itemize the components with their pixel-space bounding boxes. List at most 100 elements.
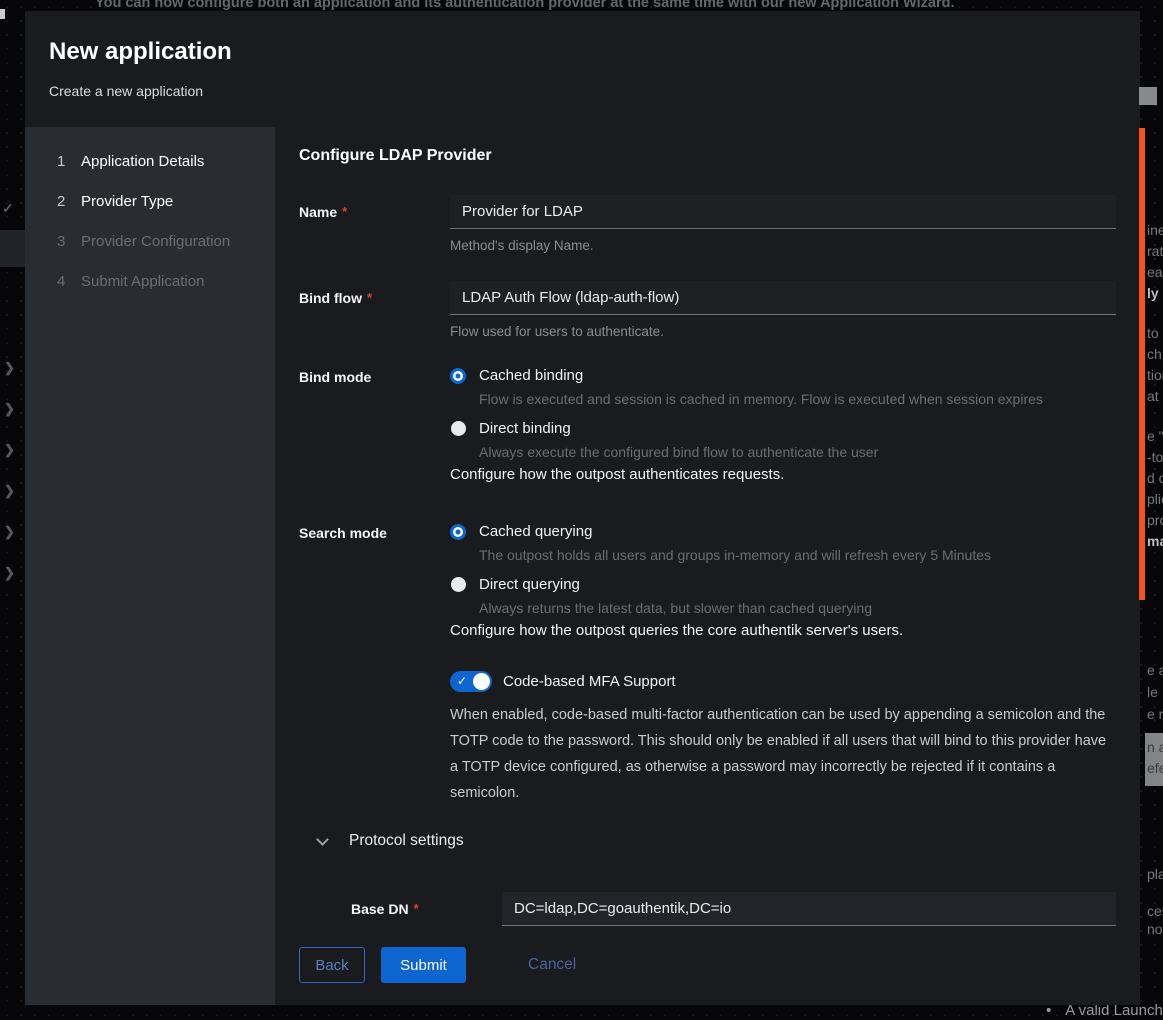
background-text-fragment: -to — [1147, 449, 1163, 465]
wizard-header: New application Create a new application — [25, 11, 1140, 127]
step-number: 4 — [57, 273, 81, 290]
check-icon: ✓ — [2, 200, 14, 217]
step-number: 2 — [57, 193, 81, 210]
background-text-fragment: d c — [1147, 470, 1163, 486]
step-label: Application Details — [81, 153, 204, 170]
background-text-fragment: e "c — [1147, 428, 1163, 444]
background-orange-border — [1139, 128, 1145, 600]
protocol-settings-expander[interactable]: Protocol settings — [318, 832, 1116, 850]
bind-flow-field-row: Bind flow* Flow used for users to authen… — [299, 281, 1116, 339]
background-left-artifact — [0, 9, 5, 19]
background-text-fragment: no — [1147, 921, 1163, 937]
required-asterisk: * — [414, 901, 419, 916]
submit-button[interactable]: Submit — [381, 947, 466, 983]
toggle-knob — [473, 673, 490, 690]
search-mode-label: Search mode — [299, 523, 450, 639]
bind-mode-cached-binding-radio[interactable]: Cached binding — [450, 367, 1116, 384]
background-text-fragment: rat — [1147, 243, 1163, 259]
chevron-right-icon: ❯ — [4, 442, 15, 458]
bind-mode-footnote: Configure how the outpost authenticates … — [450, 466, 1116, 483]
search-mode-footnote: Configure how the outpost queries the co… — [450, 622, 1116, 639]
chevron-right-icon: ❯ — [4, 360, 15, 376]
required-asterisk: * — [342, 204, 347, 219]
mfa-field-row: ✓ Code-based MFA Support When enabled, c… — [299, 671, 1116, 806]
background-text-fragment: at — [1147, 388, 1159, 404]
background-text-fragment: to — [1147, 325, 1159, 341]
wizard-title: New application — [49, 38, 1116, 66]
mfa-toggle-switch[interactable]: ✓ — [450, 671, 492, 692]
background-text-fragment: ine — [1147, 222, 1163, 238]
background-scroll-button — [1139, 87, 1157, 105]
chevron-down-icon — [316, 833, 329, 846]
check-icon: ✓ — [457, 673, 467, 690]
name-help-text: Method's display Name. — [450, 238, 1116, 253]
step-label: Provider Type — [81, 193, 173, 210]
mfa-toggle-label[interactable]: Code-based MFA Support — [503, 673, 676, 690]
bind-flow-field-cell: Flow used for users to authenticate. — [450, 281, 1116, 339]
step-provider-type[interactable]: 2 Provider Type — [25, 181, 275, 221]
radio-label: Direct binding — [479, 420, 571, 437]
base-dn-field-cell — [502, 892, 1116, 926]
required-asterisk: * — [367, 290, 372, 305]
bind-mode-direct-binding-radio[interactable]: Direct binding — [450, 420, 1116, 437]
bind-mode-cached-binding-description: Flow is executed and session is cached i… — [479, 391, 1116, 407]
page-root: { "background": { "banner": "You can now… — [0, 0, 1163, 1020]
base-dn-input[interactable] — [502, 892, 1116, 926]
background-text-fragment: e a — [1147, 662, 1163, 678]
search-mode-cached-querying-description: The outpost holds all users and groups i… — [479, 547, 1116, 563]
step-application-details[interactable]: 1 Application Details — [25, 141, 275, 181]
step-number: 3 — [57, 233, 81, 250]
search-mode-direct-querying-description: Always returns the latest data, but slow… — [479, 600, 1116, 616]
radio-unselected-icon — [451, 421, 466, 436]
bind-mode-direct-binding-description: Always execute the configured bind flow … — [479, 444, 1116, 460]
back-button[interactable]: Back — [299, 947, 365, 983]
background-highlight-box: n a efe — [1145, 733, 1163, 786]
background-text-fragment: ea — [1147, 264, 1163, 280]
background-active-row-edge — [0, 230, 25, 267]
background-text-fragment: ces — [1147, 903, 1163, 919]
wizard-footer: Back Submit Cancel — [299, 947, 1116, 1005]
protocol-settings-label: Protocol settings — [349, 832, 464, 850]
cancel-button[interactable]: Cancel — [528, 947, 576, 983]
wizard-main-panel: Configure LDAP Provider Name* Method's d… — [275, 127, 1140, 1005]
step-submit-application: 4 Submit Application — [25, 261, 275, 301]
background-text-fragment: plic — [1147, 491, 1163, 507]
chevron-right-icon: ❯ — [4, 565, 15, 581]
search-mode-options: Cached querying The outpost holds all us… — [450, 523, 1116, 639]
radio-unselected-icon — [451, 577, 466, 592]
radio-label: Cached binding — [479, 367, 583, 384]
step-number: 1 — [57, 153, 81, 170]
mfa-label-spacer — [299, 671, 450, 806]
bind-mode-label: Bind mode — [299, 367, 450, 483]
background-banner-text: You can now configure both an applicatio… — [95, 0, 954, 11]
step-label: Submit Application — [81, 273, 204, 290]
bind-flow-select[interactable] — [450, 281, 1116, 315]
radio-selected-icon — [450, 368, 466, 384]
base-dn-field-row: Base DN* — [299, 892, 1116, 926]
base-dn-indent — [299, 892, 351, 926]
background-text-fragment: ch — [1147, 346, 1162, 362]
wizard-step-nav: 1 Application Details 2 Provider Type 3 … — [25, 127, 275, 1005]
search-mode-field-row: Search mode Cached querying The outpost … — [299, 523, 1116, 639]
wizard-subtitle: Create a new application — [49, 83, 1116, 99]
name-input[interactable] — [450, 195, 1116, 229]
new-application-wizard-modal: New application Create a new application… — [25, 11, 1140, 1005]
background-text-fragment: tion — [1147, 367, 1163, 383]
radio-label: Direct querying — [479, 576, 580, 593]
search-mode-direct-querying-radio[interactable]: Direct querying — [450, 576, 1116, 593]
radio-label: Cached querying — [479, 523, 592, 540]
step-label: Provider Configuration — [81, 233, 230, 250]
provider-form: Configure LDAP Provider Name* Method's d… — [299, 147, 1116, 947]
wizard-body: 1 Application Details 2 Provider Type 3 … — [25, 127, 1140, 1005]
search-mode-cached-querying-radio[interactable]: Cached querying — [450, 523, 1116, 540]
chevron-right-icon: ❯ — [4, 401, 15, 417]
background-text-fragment: le — [1147, 684, 1158, 700]
chevron-right-icon: ❯ — [4, 524, 15, 540]
bind-mode-options: Cached binding Flow is executed and sess… — [450, 367, 1116, 483]
mfa-toggle-line: ✓ Code-based MFA Support — [450, 671, 1116, 692]
bind-flow-label: Bind flow* — [299, 281, 450, 339]
bind-flow-help-text: Flow used for users to authenticate. — [450, 324, 1116, 339]
mfa-field-cell: ✓ Code-based MFA Support When enabled, c… — [450, 671, 1116, 806]
background-text-fragment: efe — [1147, 760, 1163, 776]
mfa-help-text: When enabled, code-based multi-factor au… — [450, 702, 1115, 806]
